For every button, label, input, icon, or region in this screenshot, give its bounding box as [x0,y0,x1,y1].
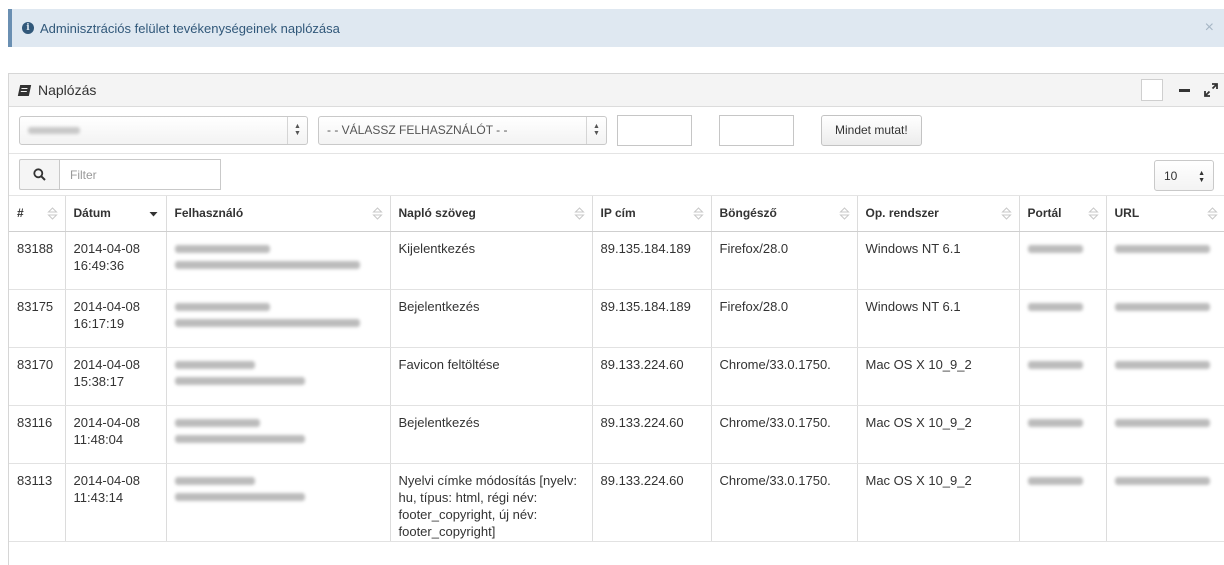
select-arrows-icon: ▲ ▼ [586,116,606,144]
cell-url [1106,463,1224,542]
cell-portal [1019,231,1107,290]
cell-ip: 89.133.224.60 [592,405,712,464]
cell-log-text: Bejelentkezés [390,289,593,348]
col-header-url[interactable]: URL [1106,196,1224,232]
sort-desc-icon [149,212,157,217]
cell-date: 2014-04-08 16:17:19 [65,289,167,348]
cell-log-text: Bejelentkezés [390,405,593,464]
cell-os: Windows NT 6.1 [857,289,1020,348]
cell-browser: Chrome/33.0.1750. [711,463,858,542]
table-row[interactable]: 83170 2014-04-08 15:38:17 Favicon feltölt… [9,347,1224,406]
expand-icon[interactable] [1204,83,1218,97]
col-header-browser[interactable]: Böngésző [711,196,858,232]
page-size-value: 10 [1164,168,1178,183]
cell-id: 83113 [9,463,66,542]
table-row[interactable]: 83188 2014-04-08 16:49:36 Kijelentkezés 8… [9,231,1224,290]
date-to-input[interactable] [719,114,794,146]
cell-log-text: Favicon feltöltése [390,347,593,406]
cell-log-text: Nyelvi címke módosítás [nyelv: hu, típus… [390,463,593,542]
cell-browser: Chrome/33.0.1750. [711,347,858,406]
info-alert: i Adminisztrációs felület tevékenységein… [8,9,1224,47]
cell-url [1106,231,1224,290]
select-arrows-icon: ▲ ▼ [1198,170,1205,184]
cell-id: 83170 [9,347,66,406]
cell-browser: Chrome/33.0.1750. [711,405,858,464]
col-header-date[interactable]: Dátum [65,196,167,232]
info-icon: i [22,22,34,34]
log-panel: Naplózás ▲ ▼ - - VÁLASSZ FELHASZNÁLÓT - -… [8,73,1224,565]
cell-date: 2014-04-08 11:43:14 [65,463,167,542]
search-icon [33,168,46,181]
panel-title: Naplózás [38,82,97,98]
cell-portal [1019,347,1107,406]
panel-tools [1141,74,1224,106]
sort-icon [1206,207,1218,220]
minimize-icon[interactable] [1179,88,1190,92]
user-select-value: - - VÁLASSZ FELHASZNÁLÓT - - [327,123,508,137]
cell-os: Mac OS X 10_9_2 [857,463,1020,542]
table-row[interactable]: 83116 2014-04-08 11:48:04 Bejelentkezés 8… [9,405,1224,464]
cell-id: 83175 [9,289,66,348]
cell-date: 2014-04-08 15:38:17 [65,347,167,406]
cell-ip: 89.133.224.60 [592,463,712,542]
col-header-id[interactable]: # [9,196,66,232]
cell-user [166,347,391,406]
table-row[interactable]: 83175 2014-04-08 16:17:19 Bejelentkezés 8… [9,289,1224,348]
log-table: # Dátum Felhasználó Napló szöveg IP cím … [9,196,1224,542]
sort-icon [573,207,585,220]
close-icon[interactable]: × [1205,19,1214,37]
cell-portal [1019,463,1107,542]
cell-user [166,405,391,464]
table-header-row: # Dátum Felhasználó Napló szöveg IP cím … [9,196,1224,232]
cell-os: Mac OS X 10_9_2 [857,347,1020,406]
cell-user [166,289,391,348]
cell-browser: Firefox/28.0 [711,231,858,290]
panel-checkbox[interactable] [1141,79,1163,101]
show-all-button[interactable]: Mindet mutat! [821,114,922,146]
book-icon [17,84,32,96]
select-arrows-icon: ▲ ▼ [287,116,307,144]
cell-id: 83188 [9,231,66,290]
user-select[interactable]: - - VÁLASSZ FELHASZNÁLÓT - - ▲ ▼ [318,115,607,145]
col-header-user[interactable]: Felhasználó [166,196,391,232]
date-from-input[interactable] [617,114,692,146]
cell-user [166,463,391,542]
alert-message: Adminisztrációs felület tevékenységeinek… [40,20,340,36]
cell-browser: Firefox/28.0 [711,289,858,348]
col-header-portal[interactable]: Portál [1019,196,1107,232]
sort-icon [371,207,383,220]
cell-os: Windows NT 6.1 [857,231,1020,290]
filter-row: ▲ ▼ - - VÁLASSZ FELHASZNÁLÓT - - ▲ ▼ Minde… [9,107,1224,154]
cell-url [1106,405,1224,464]
col-header-ip[interactable]: IP cím [592,196,712,232]
table-row[interactable]: 83113 2014-04-08 11:43:14 Nyelvi címke mó… [9,463,1224,542]
col-header-os[interactable]: Op. rendszer [857,196,1020,232]
cell-portal [1019,289,1107,348]
cell-portal [1019,405,1107,464]
filter-input[interactable] [59,159,221,190]
portal-select[interactable]: ▲ ▼ [19,115,308,145]
cell-url [1106,289,1224,348]
sort-icon [46,207,58,220]
cell-date: 2014-04-08 11:48:04 [65,405,167,464]
cell-date: 2014-04-08 16:49:36 [65,231,167,290]
portal-select-value [28,126,80,134]
cell-ip: 89.133.224.60 [592,347,712,406]
cell-os: Mac OS X 10_9_2 [857,405,1020,464]
page-size-select[interactable]: 10 ▲ ▼ [1154,160,1214,191]
cell-url [1106,347,1224,406]
cell-ip: 89.135.184.189 [592,289,712,348]
col-header-log-text[interactable]: Napló szöveg [390,196,593,232]
search-button[interactable] [19,159,59,190]
sort-icon [1087,207,1099,220]
cell-user [166,231,391,290]
sort-icon [838,207,850,220]
search-row: 10 ▲▼ [9,154,1224,196]
cell-id: 83116 [9,405,66,464]
cell-log-text: Kijelentkezés [390,231,593,290]
sort-icon [692,207,704,220]
sort-icon [1000,207,1012,220]
panel-header: Naplózás [9,74,1224,107]
cell-ip: 89.135.184.189 [592,231,712,290]
